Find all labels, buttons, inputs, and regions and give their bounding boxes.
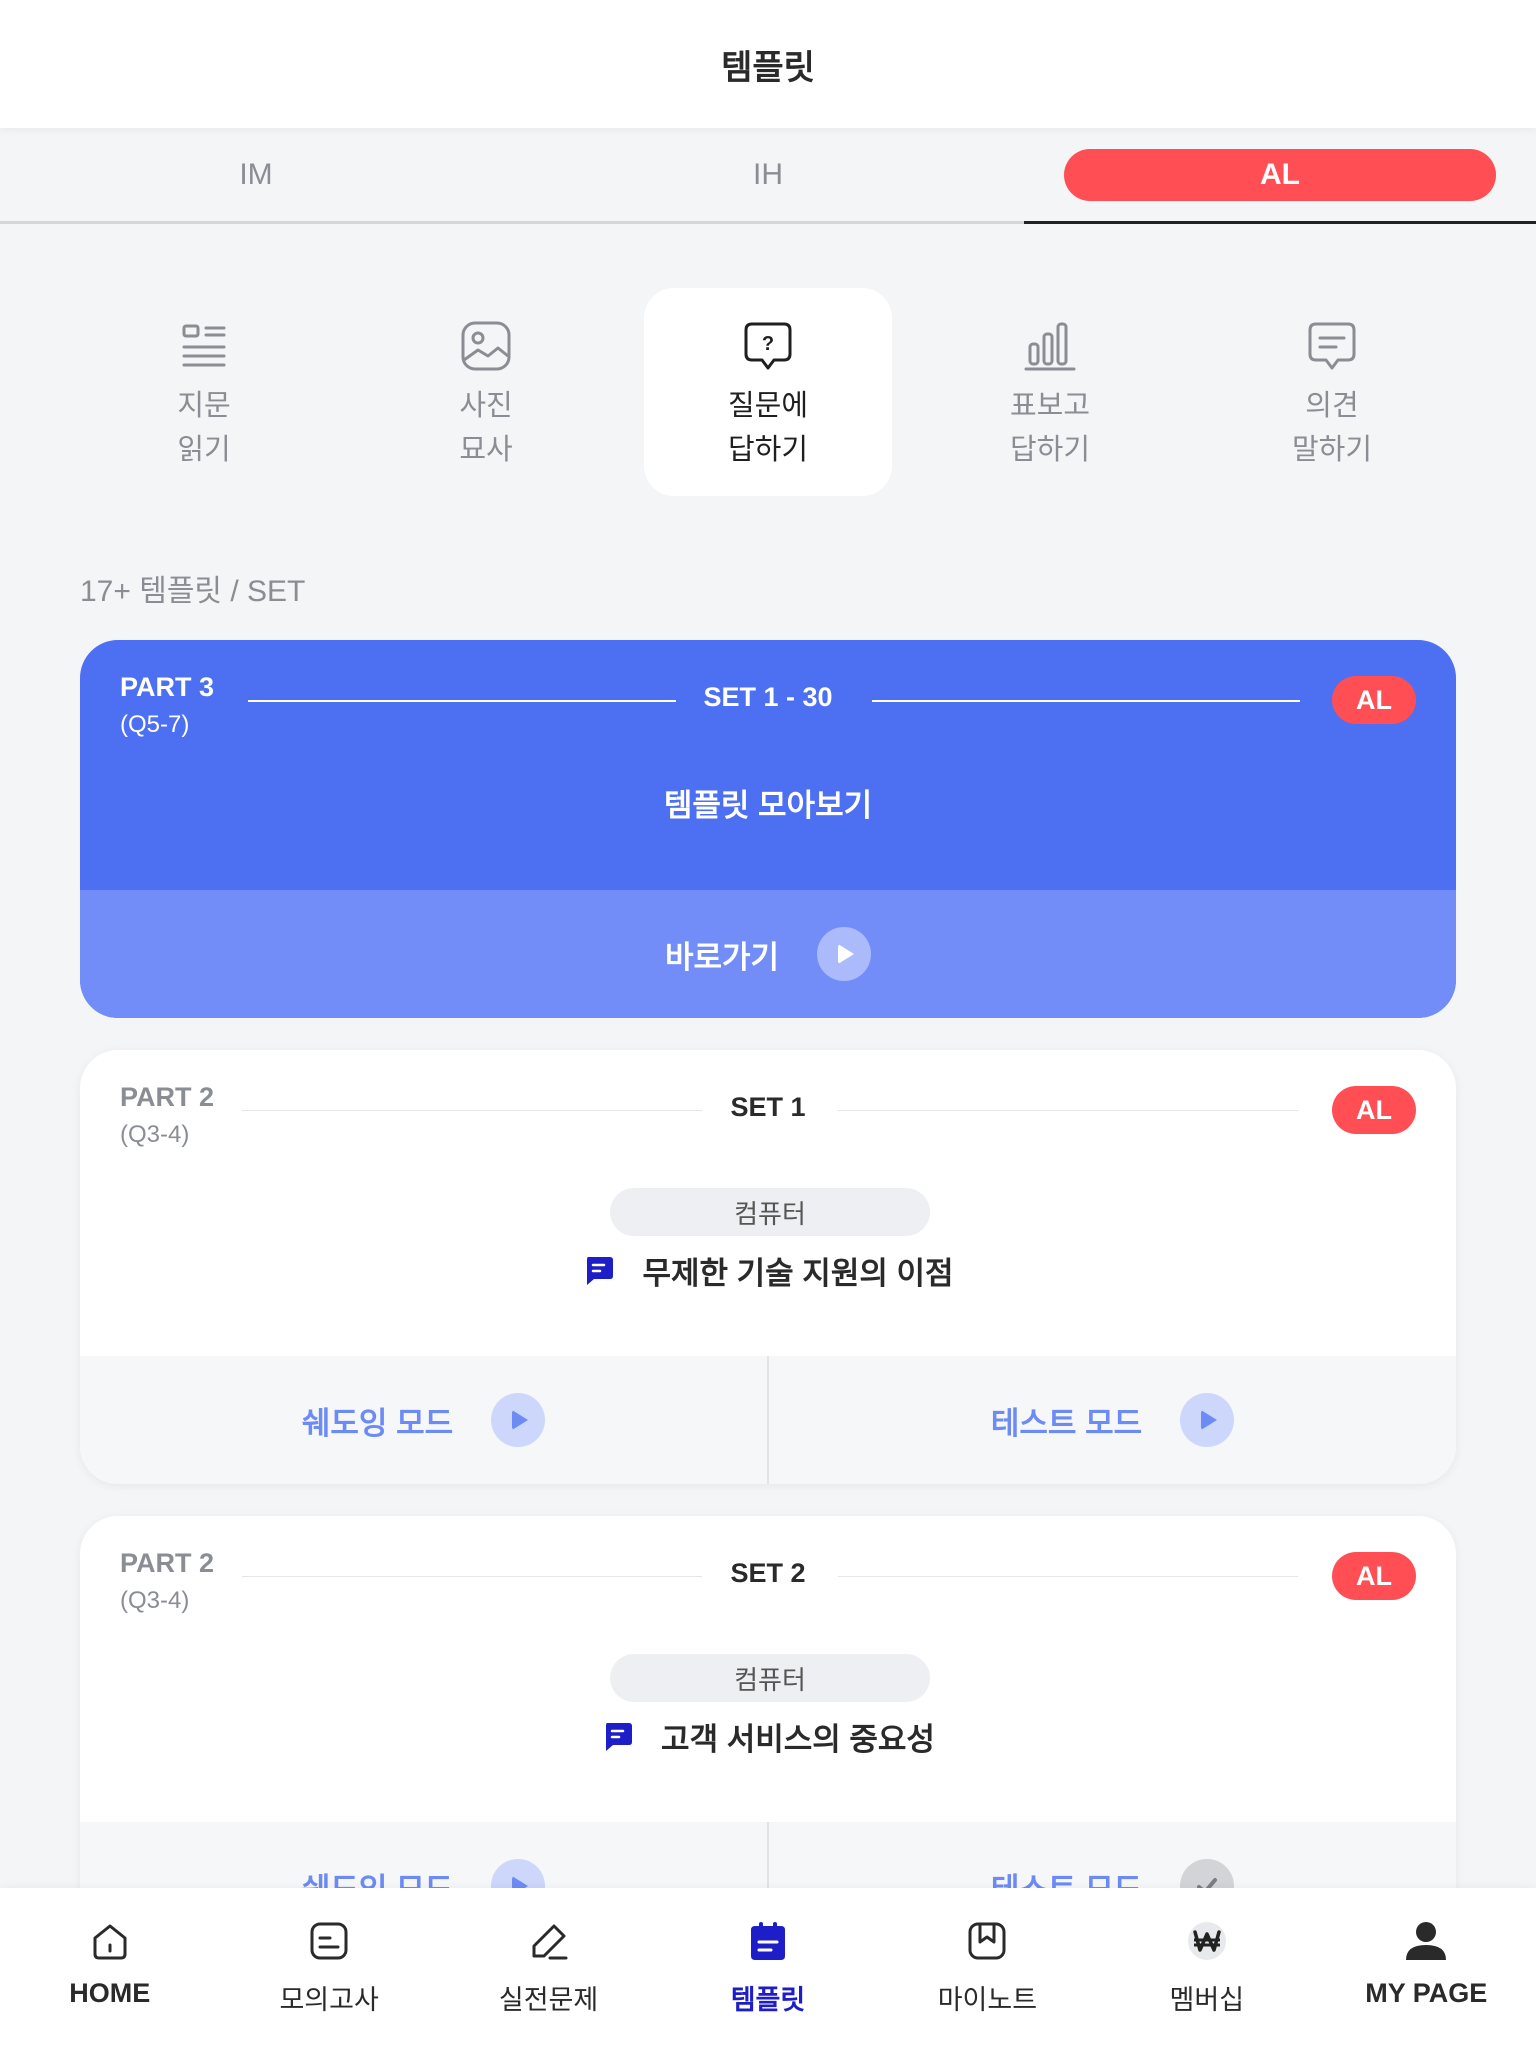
nav-mock-test[interactable]: 모의고사 [219, 1888, 438, 2048]
tab-al[interactable]: AL [1024, 128, 1536, 224]
category-answer-question[interactable]: ? 질문에 답하기 [644, 288, 892, 496]
summary-title: 템플릿 모아보기 [663, 788, 873, 823]
set-label: SET 1 [730, 1092, 806, 1122]
category-opinion[interactable]: 의견 말하기 [1208, 288, 1456, 496]
divider-line [838, 1110, 1298, 1111]
svg-text:?: ? [762, 333, 774, 355]
bottom-nav: HOME 모의고사 실전문제 템플릿 마이노트 멤버십 MY PAGE [0, 1888, 1536, 2048]
nav-label: 멤버십 [1169, 1985, 1245, 2015]
category-table-answer[interactable]: 표보고 답하기 [926, 288, 1174, 496]
topic-chip: 컴퓨터 [610, 1188, 930, 1236]
category-selector: 지문 읽기 사진 묘사 ? 질문에 답하기 표보고 답하기 의견 말하기 [80, 288, 1456, 496]
message-icon [587, 1256, 614, 1285]
clipboard-icon [750, 1922, 785, 1960]
shadowing-mode-label: 쉐도잉 모드 [301, 1405, 454, 1441]
set-label: SET 1 - 30 [703, 682, 833, 712]
category-photo-description[interactable]: 사진 묘사 [362, 288, 610, 496]
set-card-top: PART 2 (Q3-4) SET 2 AL 컴퓨터 고객 서비스의 중요성 [80, 1516, 1456, 1822]
question-bubble-icon: ? [744, 322, 792, 370]
category-label: 지문 읽기 [177, 390, 231, 466]
category-label: 표보고 답하기 [1009, 390, 1091, 466]
level-badge: AL [1332, 1552, 1416, 1600]
level-badge: AL [1332, 1086, 1416, 1134]
shadowing-mode-button[interactable]: 쉐도잉 모드 [80, 1356, 767, 1484]
divider-line [838, 1576, 1298, 1577]
home-icon [93, 1924, 127, 1960]
app-header: 템플릿 [0, 0, 1536, 128]
template-count: 17+ 템플릿 / SET [80, 575, 306, 608]
text-lines-icon [182, 324, 226, 367]
tab-im[interactable]: IM [0, 128, 512, 221]
nav-template[interactable]: 템플릿 [658, 1888, 877, 2048]
category-label: 사진 묘사 [459, 390, 513, 466]
level-badge: AL [1332, 676, 1416, 724]
image-icon [461, 321, 511, 371]
pencil-icon [532, 1924, 568, 1960]
nav-label: 템플릿 [730, 1985, 806, 2015]
nav-my-note[interactable]: 마이노트 [878, 1888, 1097, 2048]
level-tabs: IM IH AL [0, 128, 1536, 224]
tab-al-label: AL [1064, 148, 1496, 201]
question-text: 고객 서비스의 중요성 [661, 1722, 935, 1757]
question-text: 무제한 기술 지원의 이점 [642, 1256, 954, 1291]
category-passage-reading[interactable]: 지문 읽기 [80, 288, 328, 496]
mode-buttons: 쉐도잉 모드 테스트 모드 [80, 1356, 1456, 1484]
question-row: 무제한 기술 지원의 이점 [80, 1248, 1456, 1293]
bar-chart-icon [1024, 322, 1076, 371]
divider-line [872, 700, 1300, 702]
topic-chip: 컴퓨터 [610, 1654, 930, 1702]
nav-membership[interactable]: 멤버십 [1097, 1888, 1316, 2048]
set-card: PART 2 (Q3-4) SET 1 AL 컴퓨터 무제한 기술 지원의 이점… [80, 1050, 1456, 1484]
nav-label: HOME [69, 1978, 151, 2008]
goto-label: 바로가기 [664, 939, 780, 975]
chat-bubble-icon [1308, 322, 1356, 370]
set-card-top: PART 2 (Q3-4) SET 1 AL 컴퓨터 무제한 기술 지원의 이점 [80, 1050, 1456, 1356]
category-label: 의견 말하기 [1291, 390, 1373, 466]
play-icon [817, 927, 872, 981]
play-icon [1180, 1393, 1235, 1447]
bookmark-icon [968, 1922, 1006, 1960]
nav-my-page[interactable]: MY PAGE [1317, 1888, 1536, 2048]
won-icon [1187, 1922, 1226, 1960]
set-label: SET 2 [730, 1558, 806, 1588]
nav-home[interactable]: HOME [0, 1888, 219, 2048]
page-title: 템플릿 [721, 48, 815, 87]
nav-practice[interactable]: 실전문제 [439, 1888, 658, 2048]
person-icon [1406, 1922, 1447, 1960]
test-mode-button[interactable]: 테스트 모드 [767, 1356, 1456, 1484]
nav-label: 실전문제 [498, 1985, 599, 2015]
nav-label: 모의고사 [279, 1985, 379, 2015]
tab-ih-label: IH [753, 157, 783, 191]
play-icon [491, 1393, 546, 1447]
tab-ih[interactable]: IH [512, 128, 1024, 221]
test-mode-label: 테스트 모드 [990, 1405, 1143, 1441]
goto-button[interactable]: 바로가기 [80, 890, 1456, 1018]
nav-label: 마이노트 [937, 1985, 1038, 2015]
summary-card[interactable]: PART 3 (Q5-7) SET 1 - 30 AL 템플릿 모아보기 바로가… [80, 640, 1456, 1018]
document-icon [310, 1922, 348, 1960]
nav-label: MY PAGE [1365, 1978, 1488, 2008]
message-icon [606, 1722, 633, 1751]
question-row: 고객 서비스의 중요성 [80, 1714, 1456, 1759]
category-label: 질문에 답하기 [727, 390, 809, 466]
summary-card-top: PART 3 (Q5-7) SET 1 - 30 AL 템플릿 모아보기 [80, 640, 1456, 890]
tab-im-label: IM [239, 157, 273, 191]
